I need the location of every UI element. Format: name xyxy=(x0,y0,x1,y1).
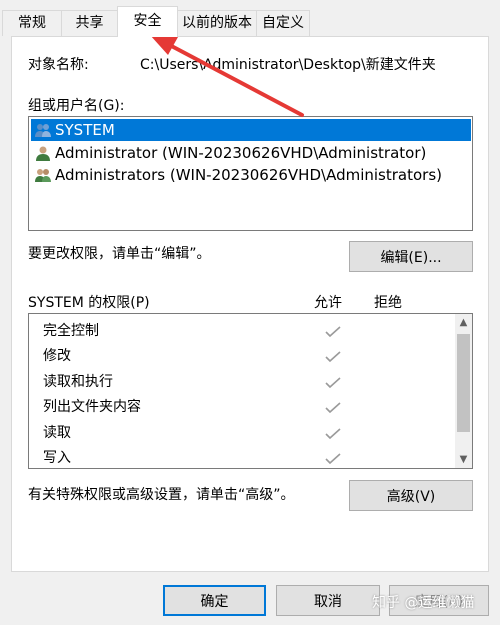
user-name: Administrators (WIN-20230626VHD\Administ… xyxy=(55,166,442,184)
scroll-thumb[interactable] xyxy=(457,334,470,432)
allow-check-icon xyxy=(325,428,341,440)
object-name-label: 对象名称: xyxy=(28,57,89,73)
permissions-list[interactable]: 完全控制 修改 读取和执行 列出文件夹内容 读取 写入 ▲ ▼ xyxy=(28,313,473,469)
ok-button[interactable]: 确定 xyxy=(163,585,266,616)
permission-row: 读取 xyxy=(43,425,71,441)
scroll-down-icon[interactable]: ▼ xyxy=(455,451,472,468)
tab-general[interactable]: 常规 xyxy=(2,10,62,36)
allow-check-icon xyxy=(325,402,341,414)
permissions-title: SYSTEM 的权限(P) xyxy=(28,295,150,311)
user-name: SYSTEM xyxy=(55,121,115,139)
deny-header: 拒绝 xyxy=(374,295,402,311)
cancel-button[interactable]: 取消 xyxy=(276,585,380,616)
allow-check-icon xyxy=(325,326,341,338)
permission-row: 修改 xyxy=(43,348,71,364)
user-icon xyxy=(36,146,50,161)
allow-check-icon xyxy=(325,377,341,389)
permission-row: 写入 xyxy=(43,450,71,466)
permissions-scrollbar[interactable]: ▲ ▼ xyxy=(455,314,472,468)
groups-label: 组或用户名(G): xyxy=(28,98,125,114)
advanced-button[interactable]: 高级(V) xyxy=(349,480,473,511)
watermark: 知乎 @运维懒猫 xyxy=(372,595,475,611)
edit-button[interactable]: 编辑(E)... xyxy=(349,241,473,272)
tab-sharing[interactable]: 共享 xyxy=(61,10,118,36)
allow-check-icon xyxy=(325,453,341,465)
permission-row: 列出文件夹内容 xyxy=(43,399,141,415)
permission-row: 完全控制 xyxy=(43,323,99,339)
user-name: Administrator (WIN-20230626VHD\Administr… xyxy=(55,144,427,162)
group-users-icon xyxy=(35,124,51,137)
groups-listbox[interactable]: SYSTEM Administrator (WIN-20230626VHD\Ad… xyxy=(28,116,473,231)
edit-hint: 要更改权限，请单击“编辑”。 xyxy=(28,246,211,262)
security-panel: 对象名称: C:\Users\Administrator\Desktop\新建文… xyxy=(11,35,489,572)
user-row-administrator[interactable]: Administrator (WIN-20230626VHD\Administr… xyxy=(31,142,471,164)
advanced-hint: 有关特殊权限或高级设置，请单击“高级”。 xyxy=(28,487,295,503)
permission-row: 读取和执行 xyxy=(43,374,113,390)
allow-header: 允许 xyxy=(314,295,342,311)
allow-check-icon xyxy=(325,351,341,363)
group-users-icon xyxy=(35,169,51,182)
user-row-administrators[interactable]: Administrators (WIN-20230626VHD\Administ… xyxy=(31,164,471,186)
tab-security[interactable]: 安全 xyxy=(117,6,178,37)
scroll-up-icon[interactable]: ▲ xyxy=(455,314,472,331)
